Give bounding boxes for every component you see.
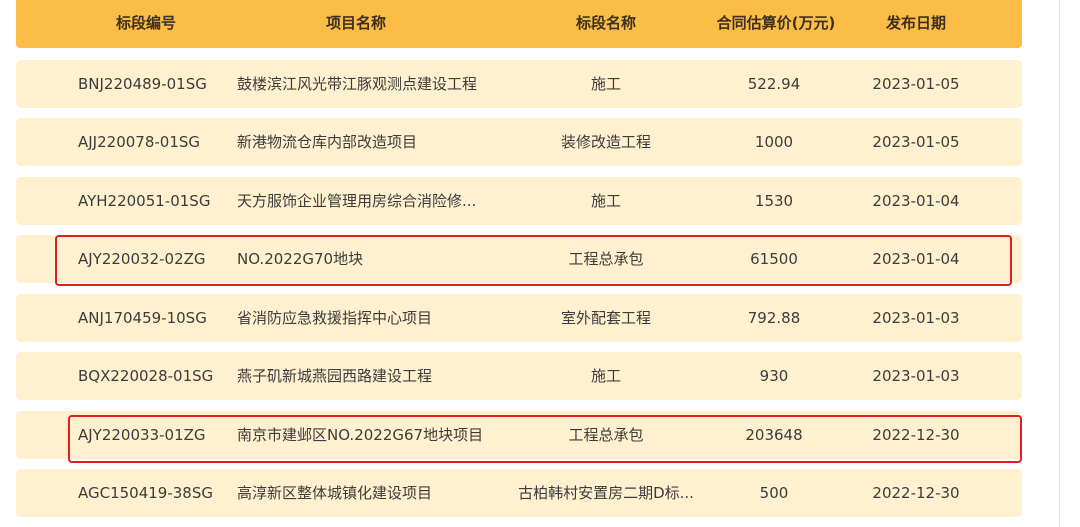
header-section[interactable]: 标段名称	[546, 0, 666, 48]
cell-price: 930	[759, 367, 789, 385]
right-divider	[1059, 0, 1060, 527]
cell-section: 工程总承包	[568, 250, 644, 268]
cell-section: 古柏韩村安置房二期D标...	[518, 484, 694, 502]
cell-date: 2022-12-30	[872, 484, 960, 502]
cell-section: 施工	[590, 75, 621, 93]
page: 标段编号 项目名称 标段名称 合同估算价(万元) 发布日期 BNJ220489-…	[0, 0, 1080, 527]
table-header: 标段编号 项目名称 标段名称 合同估算价(万元) 发布日期	[16, 0, 1022, 48]
cell-code: AJY220032-02ZG	[78, 250, 206, 268]
cell-project-link[interactable]: 南京市建邺区NO.2022G67地块项目	[237, 411, 527, 459]
header-project[interactable]: 项目名称	[296, 0, 416, 48]
cell-section: 装修改造工程	[560, 133, 651, 151]
cell-date: 2023-01-05	[872, 133, 960, 151]
cell-project-link[interactable]: 高淳新区整体城镇化建设项目	[237, 469, 527, 517]
cell-price: 1000	[754, 133, 794, 151]
cell-code: AJJ220078-01SG	[78, 133, 201, 151]
cell-price: 792.88	[747, 309, 801, 327]
table-row[interactable]: AJY220033-01ZG 南京市建邺区NO.2022G67地块项目 工程总承…	[16, 411, 1022, 459]
header-code[interactable]: 标段编号	[86, 0, 206, 48]
cell-project-link[interactable]: 燕子矶新城燕园西路建设工程	[237, 352, 527, 400]
cell-date: 2023-01-03	[872, 309, 960, 327]
cell-project-link[interactable]: 鼓楼滨江风光带江豚观测点建设工程	[237, 60, 527, 108]
cell-code: AGC150419-38SG	[78, 484, 213, 502]
cell-price: 500	[759, 484, 789, 502]
cell-section: 施工	[590, 192, 621, 210]
cell-date: 2023-01-05	[872, 75, 960, 93]
header-date[interactable]: 发布日期	[856, 0, 976, 48]
cell-code: ANJ170459-10SG	[78, 309, 207, 327]
table-row[interactable]: AGC150419-38SG 高淳新区整体城镇化建设项目 古柏韩村安置房二期D标…	[16, 469, 1022, 517]
cell-project-link[interactable]: 新港物流仓库内部改造项目	[237, 118, 527, 166]
table-row[interactable]: AJJ220078-01SG 新港物流仓库内部改造项目 装修改造工程 1000 …	[16, 118, 1022, 166]
cell-price: 522.94	[747, 75, 801, 93]
cell-project-link[interactable]: 天方服饰企业管理用房综合消险修...	[237, 177, 527, 225]
table-row[interactable]: AYH220051-01SG 天方服饰企业管理用房综合消险修... 施工 153…	[16, 177, 1022, 225]
table-row[interactable]: BNJ220489-01SG 鼓楼滨江风光带江豚观测点建设工程 施工 522.9…	[16, 60, 1022, 108]
cell-code: BNJ220489-01SG	[78, 75, 207, 93]
table-row[interactable]: BQX220028-01SG 燕子矶新城燕园西路建设工程 施工 930 2023…	[16, 352, 1022, 400]
cell-project-link[interactable]: 省消防应急救援指挥中心项目	[237, 294, 527, 342]
cell-code: BQX220028-01SG	[78, 367, 214, 385]
cell-code: AYH220051-01SG	[78, 192, 211, 210]
cell-code: AJY220033-01ZG	[78, 426, 206, 444]
cell-price: 203648	[745, 426, 803, 444]
cell-date: 2023-01-03	[872, 367, 960, 385]
cell-date: 2023-01-04	[872, 192, 960, 210]
header-price[interactable]: 合同估算价(万元)	[706, 0, 846, 48]
cell-section: 工程总承包	[568, 426, 644, 444]
cell-section: 室外配套工程	[560, 309, 651, 327]
cell-price: 1530	[754, 192, 794, 210]
cell-date: 2023-01-04	[872, 250, 960, 268]
cell-date: 2022-12-30	[872, 426, 960, 444]
cell-project-link[interactable]: NO.2022G70地块	[237, 235, 527, 283]
table-row[interactable]: ANJ170459-10SG 省消防应急救援指挥中心项目 室外配套工程 792.…	[16, 294, 1022, 342]
table-row[interactable]: AJY220032-02ZG NO.2022G70地块 工程总承包 61500 …	[16, 235, 1022, 283]
cell-section: 施工	[590, 367, 621, 385]
cell-price: 61500	[750, 250, 798, 268]
